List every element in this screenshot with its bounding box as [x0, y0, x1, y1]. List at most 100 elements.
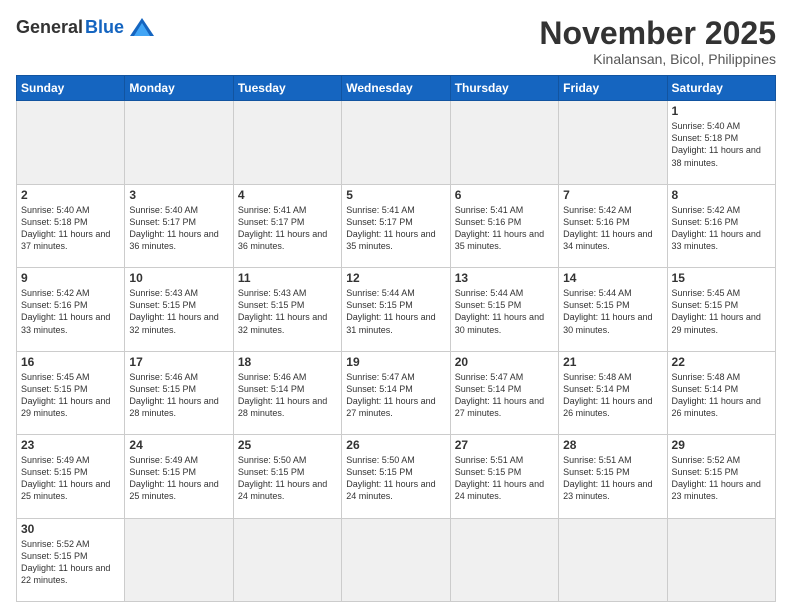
day-info: Sunrise: 5:41 AMSunset: 5:16 PMDaylight:…	[455, 204, 554, 253]
header-row: Sunday Monday Tuesday Wednesday Thursday…	[17, 76, 776, 101]
day-number: 27	[455, 438, 554, 452]
day-number: 13	[455, 271, 554, 285]
day-number: 28	[563, 438, 662, 452]
table-row: 12Sunrise: 5:44 AMSunset: 5:15 PMDayligh…	[342, 268, 450, 351]
day-info: Sunrise: 5:49 AMSunset: 5:15 PMDaylight:…	[21, 454, 120, 503]
logo-blue-text: Blue	[85, 17, 124, 38]
day-info: Sunrise: 5:41 AMSunset: 5:17 PMDaylight:…	[346, 204, 445, 253]
day-info: Sunrise: 5:50 AMSunset: 5:15 PMDaylight:…	[346, 454, 445, 503]
table-row: 21 Sunrise: 5:48 AMSunset: 5:14 PMDayligh…	[559, 351, 667, 434]
day-info: Sunrise: 5:44 AMSunset: 5:15 PMDaylight:…	[455, 287, 554, 336]
table-row: 25Sunrise: 5:50 AMSunset: 5:15 PMDayligh…	[233, 435, 341, 518]
day-number: 18	[238, 355, 337, 369]
day-number: 11	[238, 271, 337, 285]
day-number: 23	[21, 438, 120, 452]
table-row: 24Sunrise: 5:49 AMSunset: 5:15 PMDayligh…	[125, 435, 233, 518]
table-row: 20 Sunrise: 5:47 AMSunset: 5:14 PMDayligh…	[450, 351, 558, 434]
table-row: 17Sunrise: 5:46 AMSunset: 5:15 PMDayligh…	[125, 351, 233, 434]
day-info: Sunrise: 5:42 AMSunset: 5:16 PMDaylight:…	[21, 287, 120, 336]
col-friday: Friday	[559, 76, 667, 101]
day-info: Sunrise: 5:42 AMSunset: 5:16 PMDaylight:…	[672, 204, 771, 253]
header: General Blue November 2025 Kinalansan, B…	[16, 16, 776, 67]
table-row: 11 Sunrise: 5:43 AMSunset: 5:15 PMDayligh…	[233, 268, 341, 351]
table-row: 14 Sunrise: 5:44 AMSunset: 5:15 PMDayligh…	[559, 268, 667, 351]
table-row: 7Sunrise: 5:42 AMSunset: 5:16 PMDaylight…	[559, 184, 667, 267]
day-number: 14	[563, 271, 662, 285]
day-number: 2	[21, 188, 120, 202]
day-info: Sunrise: 5:41 AMSunset: 5:17 PMDaylight:…	[238, 204, 337, 253]
table-row: 4Sunrise: 5:41 AMSunset: 5:17 PMDaylight…	[233, 184, 341, 267]
day-number: 20	[455, 355, 554, 369]
table-row: 19 Sunrise: 5:47 AMSunset: 5:14 PMDayligh…	[342, 351, 450, 434]
calendar-row: 9 Sunrise: 5:42 AMSunset: 5:16 PMDaylight…	[17, 268, 776, 351]
col-monday: Monday	[125, 76, 233, 101]
col-sunday: Sunday	[17, 76, 125, 101]
day-info: Sunrise: 5:52 AMSunset: 5:15 PMDaylight:…	[672, 454, 771, 503]
table-row: 6 Sunrise: 5:41 AMSunset: 5:16 PMDaylight…	[450, 184, 558, 267]
table-row: 28 Sunrise: 5:51 AMSunset: 5:15 PMDayligh…	[559, 435, 667, 518]
day-info: Sunrise: 5:45 AMSunset: 5:15 PMDaylight:…	[21, 371, 120, 420]
table-row: 27 Sunrise: 5:51 AMSunset: 5:15 PMDayligh…	[450, 435, 558, 518]
table-row: 15Sunrise: 5:45 AMSunset: 5:15 PMDayligh…	[667, 268, 775, 351]
calendar-body: 1Sunrise: 5:40 AMSunset: 5:18 PMDaylight…	[17, 101, 776, 602]
table-row: 5Sunrise: 5:41 AMSunset: 5:17 PMDaylight…	[342, 184, 450, 267]
table-row	[559, 101, 667, 184]
calendar-row: 2 Sunrise: 5:40 AMSunset: 5:18 PMDaylight…	[17, 184, 776, 267]
table-row: 16Sunrise: 5:45 AMSunset: 5:15 PMDayligh…	[17, 351, 125, 434]
day-number: 9	[21, 271, 120, 285]
day-number: 7	[563, 188, 662, 202]
day-number: 30	[21, 522, 120, 536]
calendar: Sunday Monday Tuesday Wednesday Thursday…	[16, 75, 776, 602]
table-row: 1Sunrise: 5:40 AMSunset: 5:18 PMDaylight…	[667, 101, 775, 184]
table-row: 9 Sunrise: 5:42 AMSunset: 5:16 PMDaylight…	[17, 268, 125, 351]
table-row: 29 Sunrise: 5:52 AMSunset: 5:15 PMDayligh…	[667, 435, 775, 518]
table-row	[17, 101, 125, 184]
day-info: Sunrise: 5:40 AMSunset: 5:18 PMDaylight:…	[21, 204, 120, 253]
table-row: 18 Sunrise: 5:46 AMSunset: 5:14 PMDayligh…	[233, 351, 341, 434]
day-info: Sunrise: 5:44 AMSunset: 5:15 PMDaylight:…	[563, 287, 662, 336]
day-info: Sunrise: 5:46 AMSunset: 5:14 PMDaylight:…	[238, 371, 337, 420]
logo-area: General Blue	[16, 16, 156, 38]
day-info: Sunrise: 5:46 AMSunset: 5:15 PMDaylight:…	[129, 371, 228, 420]
day-number: 26	[346, 438, 445, 452]
day-number: 6	[455, 188, 554, 202]
calendar-row: 23 Sunrise: 5:49 AMSunset: 5:15 PMDayligh…	[17, 435, 776, 518]
table-row	[233, 518, 341, 601]
table-row: 2 Sunrise: 5:40 AMSunset: 5:18 PMDaylight…	[17, 184, 125, 267]
day-info: Sunrise: 5:45 AMSunset: 5:15 PMDaylight:…	[672, 287, 771, 336]
day-info: Sunrise: 5:51 AMSunset: 5:15 PMDaylight:…	[563, 454, 662, 503]
table-row	[450, 518, 558, 601]
title-area: November 2025 Kinalansan, Bicol, Philipp…	[539, 16, 776, 67]
table-row: 30Sunrise: 5:52 AMSunset: 5:15 PMDayligh…	[17, 518, 125, 601]
calendar-row: 30Sunrise: 5:52 AMSunset: 5:15 PMDayligh…	[17, 518, 776, 601]
day-info: Sunrise: 5:47 AMSunset: 5:14 PMDaylight:…	[346, 371, 445, 420]
day-number: 10	[129, 271, 228, 285]
day-info: Sunrise: 5:48 AMSunset: 5:14 PMDaylight:…	[563, 371, 662, 420]
col-tuesday: Tuesday	[233, 76, 341, 101]
day-number: 25	[238, 438, 337, 452]
table-row	[342, 518, 450, 601]
day-number: 8	[672, 188, 771, 202]
table-row	[667, 518, 775, 601]
table-row	[125, 518, 233, 601]
table-row	[559, 518, 667, 601]
day-number: 21	[563, 355, 662, 369]
table-row	[233, 101, 341, 184]
day-number: 29	[672, 438, 771, 452]
table-row: 13 Sunrise: 5:44 AMSunset: 5:15 PMDayligh…	[450, 268, 558, 351]
day-number: 3	[129, 188, 228, 202]
day-info: Sunrise: 5:43 AMSunset: 5:15 PMDaylight:…	[129, 287, 228, 336]
day-info: Sunrise: 5:51 AMSunset: 5:15 PMDaylight:…	[455, 454, 554, 503]
day-info: Sunrise: 5:43 AMSunset: 5:15 PMDaylight:…	[238, 287, 337, 336]
calendar-row: 1Sunrise: 5:40 AMSunset: 5:18 PMDaylight…	[17, 101, 776, 184]
day-info: Sunrise: 5:48 AMSunset: 5:14 PMDaylight:…	[672, 371, 771, 420]
day-number: 12	[346, 271, 445, 285]
calendar-header: Sunday Monday Tuesday Wednesday Thursday…	[17, 76, 776, 101]
day-number: 19	[346, 355, 445, 369]
day-info: Sunrise: 5:47 AMSunset: 5:14 PMDaylight:…	[455, 371, 554, 420]
day-info: Sunrise: 5:40 AMSunset: 5:17 PMDaylight:…	[129, 204, 228, 253]
logo-icon	[128, 16, 156, 38]
table-row: 22Sunrise: 5:48 AMSunset: 5:14 PMDayligh…	[667, 351, 775, 434]
col-saturday: Saturday	[667, 76, 775, 101]
table-row: 23 Sunrise: 5:49 AMSunset: 5:15 PMDayligh…	[17, 435, 125, 518]
